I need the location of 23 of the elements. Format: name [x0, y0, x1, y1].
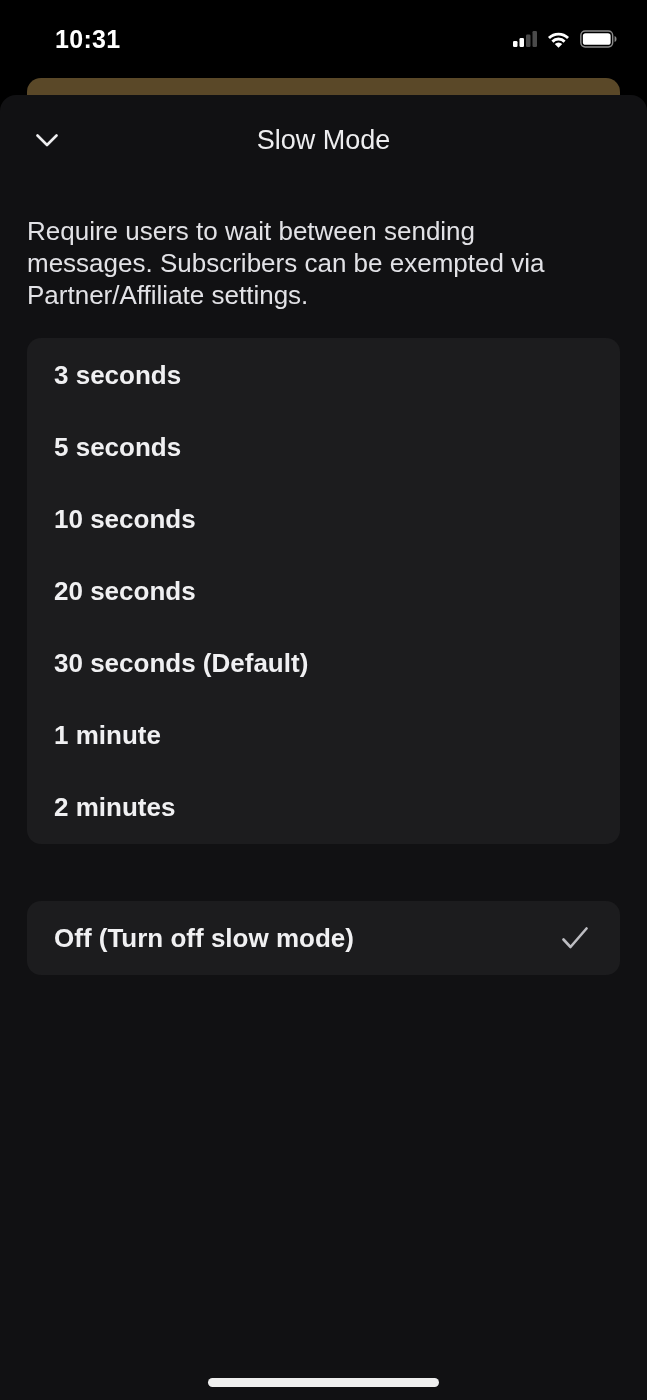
option-label: 1 minute — [54, 719, 161, 751]
option-label: Off (Turn off slow mode) — [54, 922, 354, 954]
chevron-down-icon — [36, 133, 58, 147]
option-label: 5 seconds — [54, 431, 182, 463]
option-item[interactable]: 3 seconds — [27, 339, 620, 411]
status-time: 10:31 — [55, 24, 121, 54]
battery-icon — [580, 30, 617, 48]
option-item[interactable]: 20 seconds — [27, 555, 620, 627]
option-item[interactable]: Off (Turn off slow mode) — [27, 902, 620, 974]
sheet-title: Slow Mode — [256, 124, 391, 156]
option-item[interactable]: 30 seconds (Default) — [27, 627, 620, 699]
option-item[interactable]: 2 minutes — [27, 771, 620, 843]
option-label: 20 seconds — [54, 575, 196, 607]
option-label: 10 seconds — [54, 503, 196, 535]
option-item[interactable]: 5 seconds — [27, 411, 620, 483]
wifi-icon — [546, 30, 571, 48]
option-label: 3 seconds — [54, 359, 182, 391]
option-item[interactable]: 10 seconds — [27, 483, 620, 555]
option-item[interactable]: 1 minute — [27, 699, 620, 771]
option-label: 30 seconds (Default) — [54, 647, 309, 679]
signal-icon — [513, 31, 537, 47]
option-label: 2 minutes — [54, 791, 176, 823]
description-text: Require users to wait between sending messages. Subscribers can be exempted via Partner/Affiliate settings. — [27, 215, 546, 311]
